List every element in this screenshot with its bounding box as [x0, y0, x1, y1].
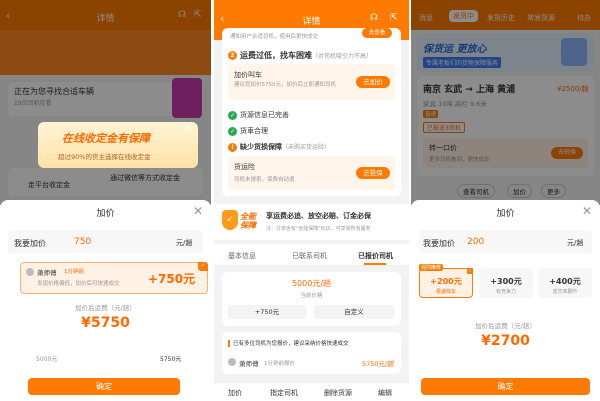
shield-icon: ✓: [222, 210, 238, 230]
bottom-assign-driver-button[interactable]: 指定司机: [270, 388, 298, 398]
check-icon: ✓: [228, 110, 237, 120]
raise-now-button[interactable]: 去加价: [356, 76, 390, 88]
quote-raise-button[interactable]: +750元: [228, 305, 306, 319]
offer-price: 5750元/趟: [362, 360, 394, 368]
tab-quoted-drivers[interactable]: 已报价司机: [358, 251, 393, 261]
option-2-label: 有竞争力: [495, 289, 516, 295]
close-icon[interactable]: ✕: [193, 204, 203, 218]
offer-driver-sub: 1分钟前报价: [264, 361, 295, 367]
warning-icon: !: [228, 142, 237, 152]
my-raise-label: 我要加价: [423, 239, 455, 248]
driver-desc: 发现价格偏低，加价后可快速成交: [37, 281, 120, 287]
tip-top-button[interactable]: 去查看: [362, 28, 392, 38]
avatar: [228, 358, 236, 366]
promo-sub: 超过90%的货主选择在线收定金: [58, 153, 151, 161]
bottom-raise-button[interactable]: 加价: [228, 388, 242, 398]
panel-raise-dialog-left: ‹ 详情 ☊ ⇱ 正在为您寻找合适车辆 19位司机在看 走平台收定金 通过微信等…: [0, 0, 211, 401]
after-value: ¥2700: [481, 333, 530, 349]
price-row-right: 5750元: [160, 356, 182, 363]
buy-insurance-button[interactable]: 去投保: [356, 167, 390, 179]
item1-note: （对司机吸引力不高）: [312, 53, 373, 60]
option-3-amount: +400元: [549, 277, 581, 286]
promo-close-icon[interactable]: ✕: [184, 124, 192, 134]
panel-raise-dialog-right: 消息 发货中 发货历史 常发货源 待办 保货运 更放心 专属老板们的货物保障服务…: [411, 0, 600, 401]
item4-sub-desc: 司机未搜索，保费自动退: [234, 177, 295, 183]
offer-notice: 已有多位司机为您报价，建议采纳价格快速成交: [233, 341, 349, 347]
notice-marker: [228, 340, 230, 347]
warning-icon: 2: [228, 51, 237, 60]
item1-title: 运费过低，找车困难: [240, 51, 312, 60]
banner-line1: 享运费必追、放空必赔、订金必保: [266, 212, 371, 220]
option-2-amount: +300元: [490, 277, 522, 286]
bottom-delete-button[interactable]: 删除货源: [324, 388, 352, 398]
item4-sub-title: 货运险: [234, 163, 255, 171]
item4-row: ! 缺少货损保障（未购买货运险）: [228, 142, 330, 152]
unit-label: 元/趟: [176, 239, 193, 247]
quote-label: 当前价格: [300, 293, 323, 299]
quote-custom-button[interactable]: 自定义: [314, 305, 394, 319]
item4-title: 缺少货损保障: [240, 143, 282, 151]
item2-row: ✓ 货源信息已完善: [228, 110, 289, 120]
my-raise-label: 我要加价: [14, 239, 46, 248]
item3-row: ✓ 货車合理: [228, 126, 268, 136]
offer-driver: 萧师傅: [239, 360, 259, 368]
raise-sheet: 加价 ✕ 我要加价 200 元/趟 强烈推荐 +200元 极速找车 ✓ +300…: [411, 200, 600, 401]
item4-note: （未购买货运险）: [282, 144, 331, 151]
offer-notice-row: 已有多位司机为您报价，建议采纳价格快速成交: [228, 339, 349, 347]
after-value: ¥5750: [81, 315, 130, 331]
option-1-amount: +200元: [430, 277, 462, 286]
item3-text: 货車合理: [240, 127, 268, 135]
my-raise-value[interactable]: 750: [74, 237, 91, 247]
header-title: 详情: [302, 17, 321, 27]
close-icon[interactable]: ✕: [582, 204, 592, 218]
tab-indicator: [364, 263, 386, 265]
bottom-edit-button[interactable]: 编辑: [378, 388, 392, 398]
tab-basic-info[interactable]: 基本信息: [228, 251, 256, 261]
selected-check-icon: ✓: [467, 268, 473, 274]
tip-top: 通知用户合适司机，使用后更快成交: [230, 34, 319, 40]
confirm-button[interactable]: 确定: [28, 378, 180, 395]
sheet-title: 加价: [96, 209, 115, 219]
item2-text: 货源信息已完善: [240, 111, 289, 119]
raise-sheet: 加价 ✕ 我要加价 750 元/趟 萧师傅 1分钟前 发现价格偏低，加价后可快速…: [0, 200, 211, 401]
driver-amount: +750元: [148, 272, 196, 286]
tab-contacted-drivers[interactable]: 已联系司机: [292, 251, 327, 261]
headset-icon[interactable]: ☊: [370, 13, 378, 23]
unit-label: 元/趟: [567, 239, 584, 247]
after-label: 加价后运费（元/趟）: [475, 322, 536, 330]
share-icon[interactable]: ⇱: [390, 13, 398, 23]
option-badge: 强烈推荐: [419, 264, 444, 271]
item1-sub-desc: 建议您加价5750元，加价后立即通知司机: [234, 82, 336, 88]
my-raise-value[interactable]: 200: [467, 237, 484, 247]
quote-price: 5000元/趟: [291, 279, 332, 288]
banner-line2: 注：订单含有"全能保障"标识，可享受所有服务: [266, 226, 371, 232]
item1-sub-title: 加价叫车: [234, 71, 262, 79]
dim-overlay[interactable]: [411, 0, 600, 205]
item1-row: 2 运费过低，找车困难（对司机吸引力不高）: [228, 50, 372, 61]
selected-check-icon: ✓: [198, 262, 208, 271]
sheet-title: 加价: [496, 209, 515, 219]
option-1-label: 极速找车: [435, 289, 456, 295]
avatar: [26, 268, 34, 276]
chevron-right-icon[interactable]: ›: [392, 357, 395, 365]
panel-detail-middle: ‹ 详情 ☊ ⇱ 通知用户合适司机，使用后更快成交 去查看 2 运费过低，找车困难…: [214, 0, 409, 401]
banner-badge: 全能保障: [240, 212, 256, 230]
promo-title: 在线收定金有保障: [62, 132, 150, 145]
after-label: 加价后运费（元/趟）: [75, 304, 136, 312]
driver-time-tag: 1分钟前: [64, 269, 84, 275]
option-3-label: 成交率翻升: [552, 289, 578, 295]
price-row-left: 5000元: [36, 356, 58, 363]
driver-name: 萧师傅: [37, 269, 57, 277]
confirm-button[interactable]: 确定: [421, 378, 590, 395]
dim-overlay[interactable]: [0, 0, 211, 205]
check-icon: ✓: [228, 126, 237, 136]
